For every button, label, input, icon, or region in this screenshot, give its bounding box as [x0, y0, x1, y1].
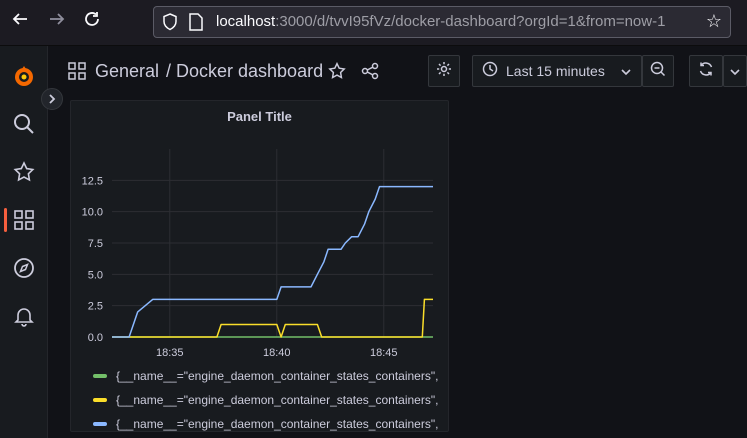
y-tick-label: 12.5 [82, 175, 103, 187]
reload-icon[interactable] [80, 10, 104, 34]
legend-swatch-green [93, 374, 107, 378]
series-line-1 [112, 298, 433, 338]
series-line-2 [112, 185, 433, 338]
explore-compass-icon[interactable] [0, 248, 48, 288]
time-series-panel[interactable]: Panel Title 0.0 2.5 5.0 7.5 10.0 12.5 18:35 18:… [70, 100, 449, 432]
time-series-chart: 0.0 2.5 5.0 7.5 10.0 12.5 18:35 18:40 18:45 [82, 149, 433, 359]
legend-label: {__name__="engine_daemon_container_state… [116, 369, 439, 383]
legend-label: {__name__="engine_daemon_container_state… [116, 393, 439, 407]
legend-swatch-blue [93, 422, 107, 426]
panel-title[interactable]: Panel Title [71, 109, 448, 124]
alerting-bell-icon[interactable] [0, 296, 48, 336]
back-arrow-icon[interactable] [8, 10, 32, 34]
dashboards-icon[interactable] [0, 200, 48, 240]
refresh-icon [698, 61, 714, 81]
time-range-label: Last 15 minutes [506, 63, 605, 79]
breadcrumb-folder[interactable]: General [95, 61, 159, 82]
y-tick-label: 0.0 [88, 332, 103, 344]
dashboard-navbar: General / Docker dashboard Last 15 minut… [48, 46, 747, 98]
grafana-logo-icon[interactable] [0, 56, 48, 96]
gear-icon [436, 61, 452, 81]
star-dashboard-icon[interactable] [328, 61, 346, 84]
legend-item[interactable]: {__name__="engine_daemon_container_state… [93, 412, 438, 436]
y-tick-label: 5.0 [88, 269, 103, 281]
x-tick-label: 18:45 [370, 347, 398, 359]
share-icon[interactable] [361, 62, 379, 84]
y-tick-label: 7.5 [88, 238, 103, 250]
dashboard-grid-icon [68, 62, 86, 84]
chevron-down-icon [730, 62, 740, 81]
forward-arrow-icon[interactable] [45, 10, 69, 34]
legend-swatch-yellow [93, 398, 107, 402]
starred-icon[interactable] [0, 152, 48, 192]
sidebar [0, 46, 48, 438]
settings-button[interactable] [428, 55, 460, 87]
dashboard-title[interactable]: / Docker dashboard [166, 61, 323, 82]
refresh-button[interactable] [689, 55, 723, 87]
address-bar[interactable]: localhost:3000/d/tvvI95fVz/docker-dashbo… [153, 6, 731, 38]
chevron-down-icon [621, 62, 631, 81]
y-tick-label: 2.5 [88, 301, 103, 313]
shield-icon[interactable] [162, 13, 178, 35]
x-tick-label: 18:35 [156, 347, 184, 359]
clock-icon [482, 61, 498, 81]
legend-label: {__name__="engine_daemon_container_state… [116, 417, 439, 431]
page-icon[interactable] [189, 13, 203, 35]
search-icon[interactable] [0, 104, 48, 144]
bookmark-star-icon[interactable]: ☆ [702, 10, 726, 34]
zoom-out-icon [650, 61, 666, 81]
browser-toolbar: localhost:3000/d/tvvI95fVz/docker-dashbo… [0, 0, 747, 46]
y-tick-label: 10.0 [82, 207, 103, 219]
legend: {__name__="engine_daemon_container_state… [93, 364, 438, 436]
legend-item[interactable]: {__name__="engine_daemon_container_state… [93, 388, 438, 412]
refresh-interval-dropdown[interactable] [723, 55, 747, 87]
expand-sidebar-chevron-icon[interactable] [41, 88, 63, 110]
legend-item[interactable]: {__name__="engine_daemon_container_state… [93, 364, 438, 388]
time-picker-button[interactable]: Last 15 minutes [472, 55, 642, 87]
x-tick-label: 18:40 [263, 347, 291, 359]
zoom-out-button[interactable] [642, 55, 674, 87]
url-text: localhost:3000/d/tvvI95fVz/docker-dashbo… [216, 13, 666, 30]
